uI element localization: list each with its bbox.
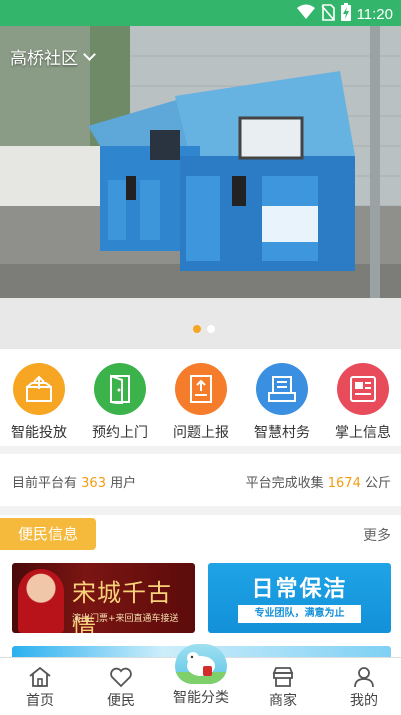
user-icon	[354, 667, 374, 688]
stat-text: 公斤	[364, 476, 391, 491]
carousel-dot[interactable]	[207, 325, 215, 333]
stat-text: 平台完成收集	[245, 476, 324, 491]
feature-appointment[interactable]: 预约上门	[80, 363, 160, 442]
tab-convenience[interactable]: 便民	[91, 666, 151, 710]
store-icon	[272, 667, 294, 687]
tab-home[interactable]: 首页	[10, 666, 70, 710]
community-name: 高桥社区	[10, 49, 78, 69]
chevron-down-icon	[83, 47, 96, 61]
ad-title: 宋城千古情	[72, 579, 172, 633]
community-selector[interactable]: 高桥社区	[10, 44, 96, 69]
more-link[interactable]: 更多	[363, 525, 391, 545]
bottom-tab-bar: 首页 便民 智能分类 商家 我的	[0, 644, 401, 715]
ad-banner-songcheng[interactable]: 宋城千古情 演出门票+来回直通车接送	[12, 563, 195, 633]
tab-label: 智能分类	[173, 690, 229, 706]
section-title: 便民信息	[0, 518, 96, 550]
box-upload-icon	[13, 363, 65, 415]
status-icons: 11:20	[296, 3, 393, 25]
carousel-indicator	[0, 298, 401, 348]
tab-mine[interactable]: 我的	[334, 666, 394, 710]
ad-subtitle: 专业团队，满意为止	[238, 605, 361, 623]
feature-report[interactable]: 问题上报	[161, 363, 241, 442]
user-count: 目前平台有 363 用户	[12, 472, 136, 491]
report-upload-icon	[175, 363, 227, 415]
feature-smart-drop[interactable]: 智能投放	[0, 363, 79, 442]
feature-label: 掌上信息	[335, 425, 391, 441]
feature-label: 智慧村务	[254, 425, 310, 441]
battery-charging-icon	[340, 3, 351, 25]
heart-icon	[110, 667, 132, 688]
ad-subtitle: 演出门票+来回直通车接送	[72, 614, 179, 624]
feature-grid: 智能投放 预约上门 问题上报 智慧村务 掌上信息	[0, 348, 401, 446]
tab-smart-sorting[interactable]: 智能分类	[170, 644, 232, 707]
wifi-icon	[296, 4, 315, 24]
banner-carousel[interactable]: 高桥社区	[0, 26, 401, 298]
collected-weight: 平台完成收集 1674 公斤	[246, 472, 391, 491]
platform-stats: 目前平台有 363 用户 平台完成收集 1674 公斤	[0, 454, 401, 506]
no-sim-icon	[320, 3, 335, 25]
tab-merchants[interactable]: 商家	[253, 666, 313, 710]
status-bar: 11:20	[0, 0, 401, 26]
performer-image	[18, 569, 64, 633]
ad-title: 日常保洁	[251, 577, 348, 602]
news-icon	[337, 363, 389, 415]
carousel-dot-active[interactable]	[193, 325, 201, 333]
door-icon	[94, 363, 146, 415]
tab-label: 我的	[350, 693, 378, 709]
feature-label: 智能投放	[11, 425, 67, 441]
tab-label: 便民	[107, 693, 135, 709]
document-list-icon	[256, 363, 308, 415]
feature-label: 预约上门	[92, 425, 148, 441]
ad-banner-cleaning[interactable]: 日常保洁 专业团队，满意为止	[208, 563, 391, 633]
sheep-mascot-icon	[175, 644, 227, 684]
collected-weight-value: 1674	[327, 476, 361, 491]
stat-text: 用户	[110, 476, 137, 491]
user-count-value: 363	[81, 476, 106, 491]
status-time: 11:20	[356, 5, 393, 23]
stat-text: 目前平台有	[12, 476, 78, 491]
feature-palm-info[interactable]: 掌上信息	[323, 363, 401, 442]
tab-label: 商家	[269, 693, 297, 709]
feature-village-affairs[interactable]: 智慧村务	[242, 363, 322, 442]
feature-label: 问题上报	[173, 425, 229, 441]
home-icon	[29, 666, 51, 687]
tab-label: 首页	[26, 693, 54, 709]
